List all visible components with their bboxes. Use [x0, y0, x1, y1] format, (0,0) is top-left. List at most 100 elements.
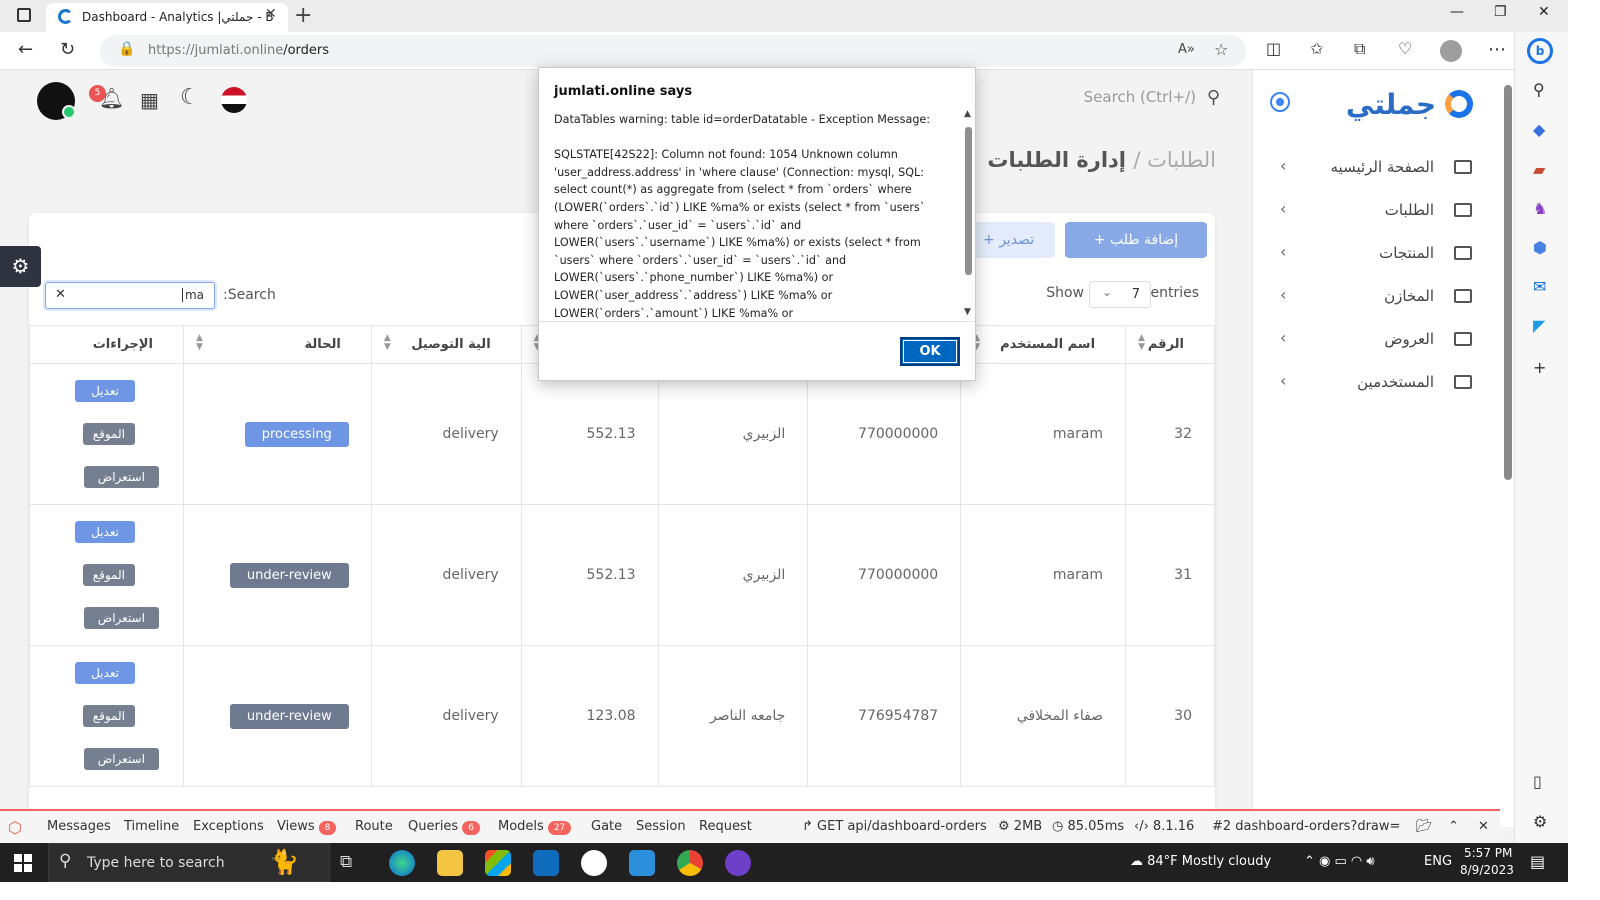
- location-button[interactable]: الموقع: [82, 705, 135, 727]
- tab-actions-icon[interactable]: [17, 8, 31, 22]
- view-button[interactable]: استعراض: [83, 607, 159, 629]
- favorite-star-icon[interactable]: ☆: [1214, 40, 1228, 59]
- file-explorer-icon[interactable]: [437, 850, 463, 876]
- apps-grid-icon[interactable]: ▦: [140, 88, 159, 112]
- office-icon[interactable]: ⬢: [1533, 238, 1547, 257]
- debug-tab-queries[interactable]: Queries 6: [408, 819, 480, 835]
- clock-time[interactable]: 5:57 PM: [1464, 846, 1512, 860]
- debug-tab-views[interactable]: Views 8: [277, 819, 337, 835]
- close-debug-icon[interactable]: ✕: [1478, 819, 1489, 834]
- github-desktop-icon[interactable]: [725, 850, 751, 876]
- dark-mode-moon-icon[interactable]: ☾: [180, 85, 200, 110]
- profile-avatar[interactable]: [1440, 40, 1462, 62]
- sidebar-layout-icon[interactable]: ▯: [1533, 772, 1542, 791]
- notification-center-icon[interactable]: ▤: [1530, 852, 1545, 871]
- dialog-scrollbar[interactable]: ▲ ▼: [963, 109, 975, 321]
- debug-tab-route[interactable]: Route: [355, 819, 393, 834]
- taskbar-search-input[interactable]: ⚲ Type here to search 🐈: [48, 843, 330, 882]
- azure-app-icon[interactable]: [581, 850, 607, 876]
- sidebar-item-home[interactable]: الصفحة الرئيسيه ‹: [1252, 150, 1530, 186]
- debug-tab-timeline[interactable]: Timeline: [124, 819, 179, 834]
- outlook-icon[interactable]: ✉: [1533, 277, 1546, 296]
- chrome-app-icon[interactable]: [677, 850, 703, 876]
- table-search-input[interactable]: ✕ ma: [45, 282, 215, 309]
- split-screen-icon[interactable]: ◫: [1266, 39, 1281, 58]
- lock-icon[interactable]: 🔒: [118, 41, 135, 57]
- mail-app-icon[interactable]: [533, 850, 559, 876]
- minimize-icon[interactable]: —: [1450, 4, 1464, 20]
- location-button[interactable]: الموقع: [82, 564, 135, 586]
- scrollbar-thumb[interactable]: [1504, 85, 1512, 480]
- debug-tab-gate[interactable]: Gate: [591, 819, 622, 834]
- logo[interactable]: جملتي: [1346, 88, 1436, 121]
- sidebar-item-orders[interactable]: الطلبات ‹: [1252, 193, 1530, 229]
- url-field[interactable]: 🔒 https://jumlati.online/orders A» ☆: [100, 35, 1246, 67]
- customizer-gear-icon[interactable]: ⚙: [0, 246, 41, 287]
- scroll-up-icon[interactable]: ▲: [964, 109, 971, 119]
- weather-widget[interactable]: ☁ 84°F Mostly cloudy: [1130, 854, 1271, 869]
- debug-tab-models[interactable]: Models 27: [498, 819, 572, 835]
- drop-icon[interactable]: ◤: [1533, 316, 1545, 335]
- restore-icon[interactable]: ❐: [1494, 4, 1507, 20]
- edit-button[interactable]: تعديل: [75, 521, 135, 543]
- column-header-id[interactable]: الرقم ▲ ▼: [1125, 325, 1215, 364]
- copilot-icon[interactable]: b: [1527, 38, 1553, 64]
- folder-open-icon[interactable]: 📂︎: [1416, 819, 1433, 834]
- language-flag-icon[interactable]: [221, 87, 247, 113]
- view-button[interactable]: استعراض: [83, 748, 159, 770]
- debug-history-select[interactable]: #2 dashboard-orders?draw=: [1212, 819, 1408, 834]
- sidebar-item-users[interactable]: المستخدمين ‹: [1252, 365, 1530, 401]
- sidebar-item-stores[interactable]: المخازن ‹: [1252, 279, 1530, 315]
- edit-button[interactable]: تعديل: [75, 380, 135, 402]
- avatar[interactable]: [37, 82, 76, 120]
- language-indicator[interactable]: ENG: [1424, 854, 1452, 869]
- more-menu-icon[interactable]: ⋯: [1488, 39, 1506, 60]
- column-header-username[interactable]: اسم المستخدم ▲ ▼: [960, 325, 1127, 364]
- task-view-icon[interactable]: ⧉: [340, 852, 366, 878]
- collections-icon[interactable]: ⧉: [1354, 39, 1365, 59]
- edge-app-icon[interactable]: [389, 850, 415, 876]
- debug-tab-messages[interactable]: Messages: [47, 819, 111, 834]
- search-icon[interactable]: ⚲: [1207, 87, 1220, 108]
- new-tab-icon[interactable]: +: [294, 3, 312, 28]
- tag-icon[interactable]: ◆: [1533, 120, 1545, 139]
- column-header-status[interactable]: الحالة ▲ ▼: [182, 325, 372, 364]
- global-search-input[interactable]: Search (Ctrl+/): [1084, 88, 1196, 106]
- sidebar-item-offers[interactable]: العروض ‹: [1252, 322, 1530, 358]
- system-tray-icons[interactable]: ⌃ ◉ ▭ ◠ 🔊︎: [1304, 854, 1375, 869]
- toolbox-icon[interactable]: ▰: [1533, 160, 1545, 179]
- laravel-logo-icon[interactable]: ⬡: [8, 818, 22, 837]
- export-button[interactable]: + تصدير: [973, 222, 1055, 258]
- breadcrumb[interactable]: الطلبات /: [1133, 148, 1216, 172]
- browser-essentials-icon[interactable]: ♡: [1398, 39, 1412, 58]
- page-scrollbar[interactable]: [1502, 70, 1514, 480]
- add-order-button[interactable]: + إضافة طلب: [1065, 222, 1207, 258]
- view-button[interactable]: استعراض: [83, 466, 159, 488]
- entries-select[interactable]: 7 ⌄: [1089, 281, 1151, 308]
- location-button[interactable]: الموقع: [82, 423, 135, 445]
- debug-tab-exceptions[interactable]: Exceptions: [193, 819, 264, 834]
- favorites-icon[interactable]: ✩: [1310, 39, 1323, 58]
- dialog-scrollbar-thumb[interactable]: [965, 127, 972, 275]
- edit-button[interactable]: تعديل: [75, 662, 135, 684]
- back-icon[interactable]: ←: [18, 39, 33, 60]
- ok-button[interactable]: OK: [900, 337, 960, 366]
- windows-start-icon[interactable]: [14, 854, 32, 872]
- column-header-delivery[interactable]: الية التوصيل ▲ ▼: [370, 325, 522, 364]
- clear-search-icon[interactable]: ✕: [55, 287, 66, 302]
- debug-tab-session[interactable]: Session: [636, 819, 686, 834]
- vscode-app-icon[interactable]: [629, 850, 655, 876]
- browser-tab[interactable]: Dashboard - Analytics |جملتي - B: [46, 3, 288, 32]
- tab-close-icon[interactable]: ✕: [265, 6, 277, 22]
- chevron-up-icon[interactable]: ⌃: [1448, 819, 1459, 834]
- games-icon[interactable]: ♞: [1533, 199, 1547, 218]
- read-aloud-icon[interactable]: A»: [1178, 42, 1195, 57]
- store-app-icon[interactable]: [485, 850, 511, 876]
- search-icon[interactable]: ⚲: [1533, 80, 1545, 99]
- debug-tab-request[interactable]: Request: [699, 819, 752, 834]
- settings-gear-icon[interactable]: ⚙: [1533, 812, 1547, 831]
- refresh-icon[interactable]: ↻: [60, 39, 75, 60]
- clock-date[interactable]: 8/9/2023: [1460, 863, 1514, 877]
- close-window-icon[interactable]: ✕: [1538, 4, 1550, 20]
- sidebar-pin-icon[interactable]: [1270, 92, 1290, 112]
